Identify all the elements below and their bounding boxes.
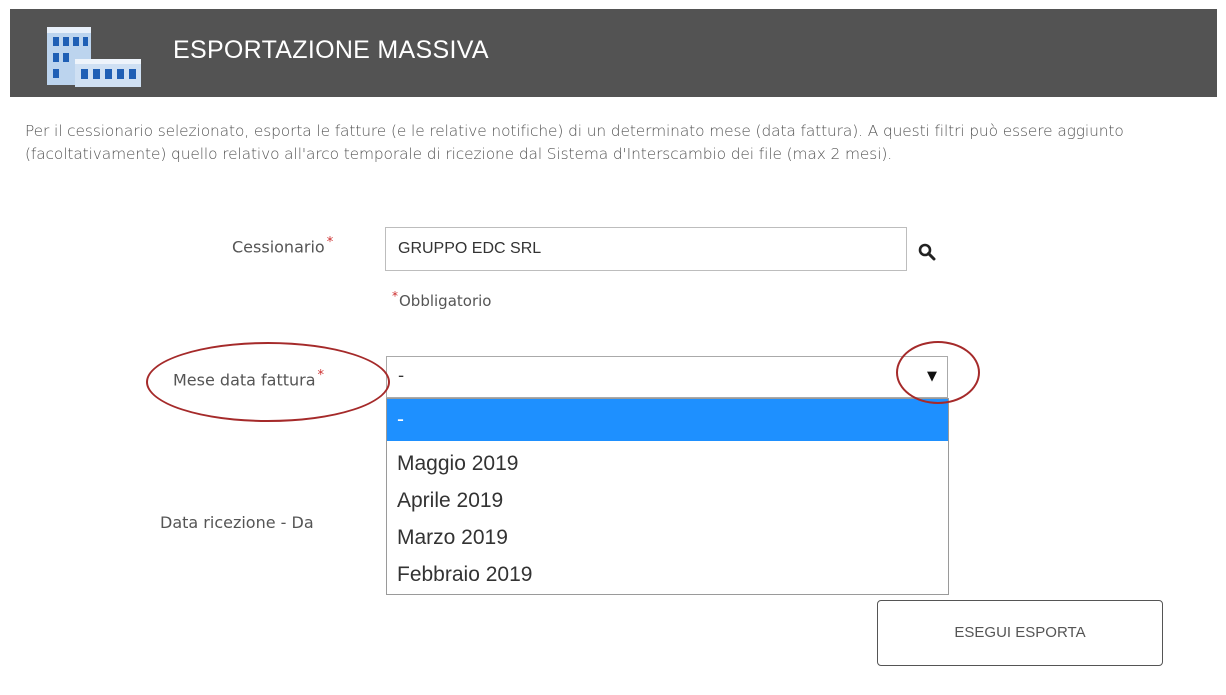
cessionario-label-text: Cessionario <box>232 237 325 257</box>
dropdown-option-aprile-2019[interactable]: Aprile 2019 <box>387 482 948 519</box>
mese-data-fattura-select[interactable]: - ▼ <box>386 356 948 398</box>
required-note-text: Obbligatorio <box>399 292 492 310</box>
select-current-value: - <box>398 366 405 386</box>
dropdown-option-empty[interactable]: - <box>387 399 948 441</box>
cessionario-value: GRUPPO EDC SRL <box>398 240 542 257</box>
page-header: ESPORTAZIONE MASSIVA <box>10 9 1217 97</box>
intro-description: Per il cessionario selezionato, esporta … <box>25 122 1124 163</box>
page-title: ESPORTAZIONE MASSIVA <box>173 36 489 64</box>
data-ricezione-label: Data ricezione - Da <box>160 513 314 532</box>
esegui-esporta-button[interactable]: ESEGUI ESPORTA <box>877 600 1163 666</box>
dropdown-option-maggio-2019[interactable]: Maggio 2019 <box>387 445 948 482</box>
required-mark: * <box>392 289 398 303</box>
dropdown-option-febbraio-2019[interactable]: Febbraio 2019 <box>387 556 948 593</box>
dropdown-option-marzo-2019[interactable]: Marzo 2019 <box>387 519 948 556</box>
cessionario-field[interactable]: GRUPPO EDC SRL <box>385 227 907 271</box>
search-icon[interactable] <box>918 243 936 261</box>
building-icon <box>47 27 141 87</box>
annotation-circle-label <box>146 342 390 422</box>
annotation-circle-arrow <box>896 341 980 404</box>
required-note: *Obbligatorio <box>392 289 491 310</box>
cessionario-label: Cessionario * <box>232 235 333 256</box>
required-mark: * <box>326 235 334 250</box>
mese-dropdown-list: - Maggio 2019 Aprile 2019 Marzo 2019 Feb… <box>386 398 949 595</box>
